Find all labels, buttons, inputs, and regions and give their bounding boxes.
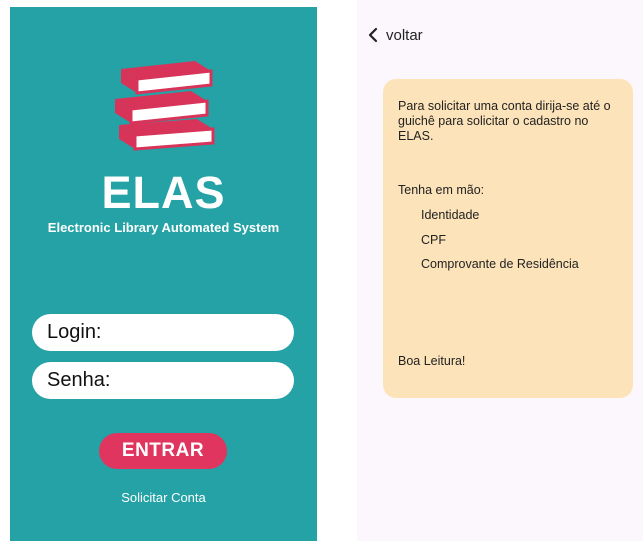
document-item: CPF: [421, 233, 446, 247]
books-stack-icon: [115, 61, 215, 151]
chevron-left-icon: [368, 27, 378, 43]
have-label: Tenha em mão:: [398, 183, 485, 197]
login-screen: ELAS Electronic Library Automated System…: [10, 7, 317, 541]
login-field[interactable]: [32, 314, 294, 351]
back-label: voltar: [386, 26, 423, 44]
farewell-text: Boa Leitura!: [398, 354, 466, 368]
brand-title: ELAS: [101, 167, 226, 218]
brand-subtitle: Electronic Library Automated System: [47, 220, 280, 235]
instructions-text: Para solicitar uma conta dirija-se até o…: [398, 99, 611, 143]
back-button[interactable]: voltar: [367, 24, 423, 46]
enter-button[interactable]: ENTRAR: [99, 433, 227, 469]
document-item: Comprovante de Residência: [421, 257, 579, 271]
password-field[interactable]: [32, 362, 294, 399]
request-account-link[interactable]: Solicitar Conta: [10, 490, 317, 505]
request-account-screen: voltar Para solicitar uma conta dirija-s…: [357, 0, 643, 541]
info-card: Para solicitar uma conta dirija-se até o…: [383, 79, 633, 398]
document-item: Identidade: [421, 208, 480, 222]
